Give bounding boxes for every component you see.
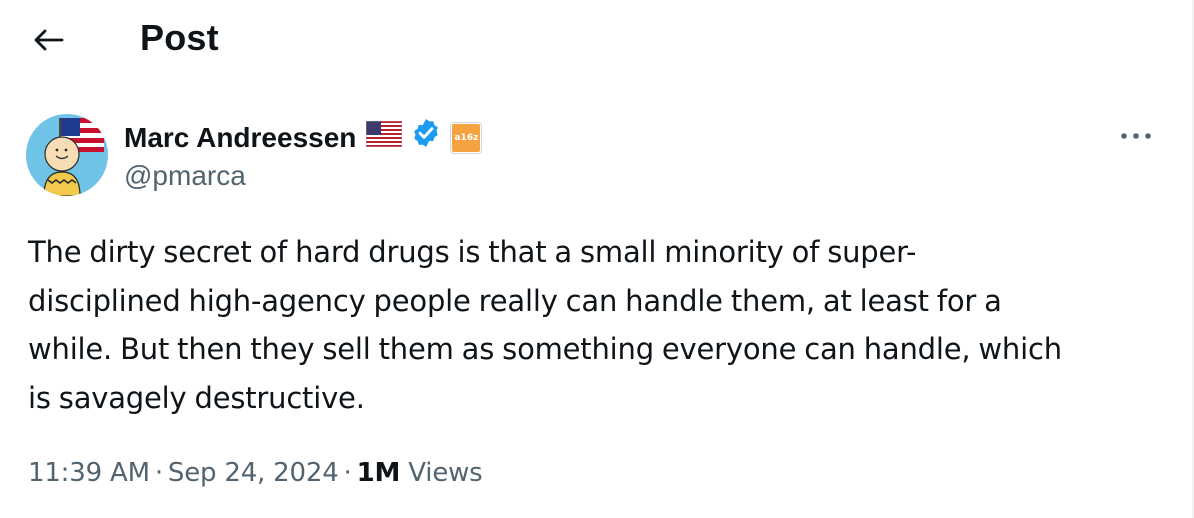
author-name[interactable]: Marc Andreessen a16z <box>124 117 483 158</box>
tweet-text-line: while. But then they sell them as someth… <box>28 332 1062 366</box>
meta-separator: · <box>154 458 163 488</box>
avatar[interactable] <box>26 114 108 196</box>
post-header: Post <box>0 0 1192 80</box>
more-dots-icon <box>1121 133 1151 139</box>
affiliation-badge-icon[interactable]: a16z <box>450 121 483 154</box>
author-name-text: Marc Andreessen <box>124 121 357 153</box>
tweet-text-line: is savagely destructive. <box>28 380 365 415</box>
meta-separator: · <box>343 458 352 488</box>
tweet-text-line: disciplined high-agency people really ca… <box>28 283 1002 318</box>
tweet-text: The dirty secret of hard drugs is that a… <box>28 228 1168 422</box>
author-handle[interactable]: @pmarca <box>124 158 246 194</box>
tweet-text-line: The dirty secret of hard drugs is that a… <box>28 235 917 269</box>
arrow-left-icon <box>34 29 64 51</box>
post-page: Post Marc Andreessen a16z @pmarca The di… <box>0 0 1194 518</box>
affiliation-badge-text: a16z <box>452 123 481 152</box>
tweet-time[interactable]: 11:39 AM <box>28 458 150 488</box>
verified-badge-icon[interactable] <box>410 117 442 158</box>
page-title: Post <box>140 17 219 58</box>
back-button[interactable] <box>22 14 74 66</box>
more-options-button[interactable] <box>1114 114 1158 158</box>
views-count: 1M <box>356 458 401 488</box>
tweet-meta: 11:39 AM · Sep 24, 2024 · 1M Views <box>28 454 483 492</box>
tweet-date[interactable]: Sep 24, 2024 <box>168 458 339 488</box>
views-label: Views <box>408 458 483 488</box>
us-flag-icon <box>366 120 403 156</box>
